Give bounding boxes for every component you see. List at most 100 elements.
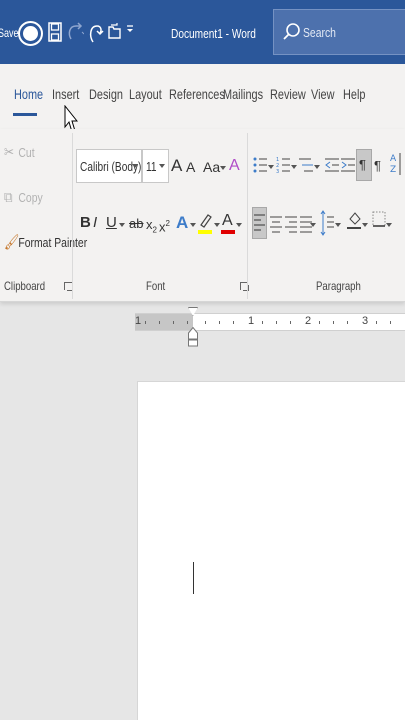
clear-formatting-button[interactable]: A xyxy=(229,156,240,176)
multilevel-list-icon xyxy=(299,158,313,172)
ribbon-tabs: Home Insert Design Layout References Mai… xyxy=(0,64,405,129)
bold-button[interactable]: B xyxy=(80,213,91,233)
chevron-down-icon xyxy=(159,164,165,168)
grow-font-button[interactable]: A xyxy=(171,156,182,176)
search-placeholder: Search xyxy=(303,25,336,40)
font-family-select[interactable]: Calibri (Body) xyxy=(76,149,142,183)
tab-review[interactable]: Review xyxy=(270,86,306,102)
italic-button[interactable]: I xyxy=(93,213,97,233)
increase-indent-button[interactable] xyxy=(341,155,355,175)
font-color-button[interactable]: A xyxy=(221,211,235,235)
chevron-down-icon[interactable] xyxy=(220,166,226,170)
increase-indent-icon xyxy=(341,158,355,172)
subscript-button[interactable]: x2 xyxy=(146,215,157,241)
svg-text:A: A xyxy=(390,154,397,164)
line-spacing-button[interactable] xyxy=(320,209,334,237)
cut-label: Cut xyxy=(18,144,35,160)
chevron-down-icon[interactable] xyxy=(268,165,274,169)
chevron-down-icon[interactable] xyxy=(291,165,297,169)
change-case-button[interactable]: Aa xyxy=(203,157,220,177)
ltr-direction-icon[interactable]: ¶ xyxy=(374,156,381,176)
copy-icon: ⧉ xyxy=(4,189,13,206)
tab-references[interactable]: References xyxy=(169,86,225,102)
search-box[interactable]: Search xyxy=(273,9,405,55)
svg-text:Z: Z xyxy=(390,165,396,175)
sort-button[interactable]: AZ xyxy=(390,151,402,179)
format-painter-label: Format Painter xyxy=(18,234,88,250)
undo-icon[interactable] xyxy=(66,22,85,44)
clipboard-launcher-icon[interactable] xyxy=(64,282,73,291)
tab-view[interactable]: View xyxy=(311,86,334,102)
align-left-icon xyxy=(254,214,265,231)
redo-icon[interactable] xyxy=(88,22,104,44)
document-page[interactable] xyxy=(137,381,405,720)
group-divider xyxy=(72,133,73,299)
active-tab-indicator xyxy=(13,113,37,116)
chevron-down-icon[interactable] xyxy=(190,223,196,227)
line-spacing-icon xyxy=(320,210,334,236)
tab-mailings[interactable]: Mailings xyxy=(223,86,263,102)
multilevel-list-button[interactable] xyxy=(299,155,313,175)
show-hide-marks-button[interactable]: ¶ xyxy=(356,149,372,181)
bullets-button[interactable] xyxy=(253,155,267,175)
format-painter-button[interactable]: 🖌 Format Painter xyxy=(4,233,87,251)
shrink-font-button[interactable]: A xyxy=(186,157,195,177)
chevron-down-icon[interactable] xyxy=(119,223,125,227)
decrease-indent-button[interactable] xyxy=(325,155,339,175)
font-size-select[interactable]: 11 xyxy=(142,149,169,183)
autosave-label: Save xyxy=(0,26,19,40)
ribbon-home: ✂ Cut ⧉ Copy 🖌 Format Painter Clipboard Cal… xyxy=(0,129,405,302)
chevron-down-icon[interactable] xyxy=(335,223,341,227)
font-color-swatch xyxy=(221,230,235,234)
clipboard-group-label: Clipboard xyxy=(4,279,46,293)
pilcrow-icon: ¶ xyxy=(359,157,366,172)
tab-help[interactable]: Help xyxy=(343,86,365,102)
ruler-number: 3 xyxy=(362,315,369,327)
ruler-number: 1 xyxy=(248,315,255,327)
chevron-down-icon[interactable] xyxy=(214,223,220,227)
ruler-number: 1 xyxy=(135,315,142,327)
tab-insert[interactable]: Insert xyxy=(52,86,79,102)
chevron-down-icon[interactable] xyxy=(362,223,368,227)
underline-button[interactable]: U xyxy=(106,213,117,233)
ruler-left-margin xyxy=(135,314,193,330)
align-right-icon xyxy=(285,216,297,233)
sort-icon: AZ xyxy=(390,153,401,175)
align-left-button[interactable] xyxy=(252,207,267,239)
shading-button[interactable] xyxy=(347,209,361,237)
autosave-toggle[interactable] xyxy=(18,21,43,46)
superscript-button[interactable]: x2 xyxy=(159,214,170,237)
text-insertion-cursor xyxy=(193,562,194,594)
align-center-button[interactable] xyxy=(270,213,282,237)
tab-home[interactable]: Home xyxy=(14,86,43,102)
customize-qat-icon[interactable] xyxy=(122,22,138,44)
align-right-button[interactable] xyxy=(285,213,297,237)
scissors-icon: ✂ xyxy=(4,144,15,161)
highlight-button[interactable] xyxy=(198,213,212,235)
tab-layout[interactable]: Layout xyxy=(129,86,162,102)
borders-icon xyxy=(372,211,386,227)
title-bar: Save Document1 - Word Search xyxy=(0,0,405,64)
highlighter-icon xyxy=(200,214,212,228)
numbered-list-icon: 123 xyxy=(276,157,290,175)
group-divider xyxy=(247,133,248,299)
chevron-down-icon[interactable] xyxy=(310,223,316,227)
chevron-down-icon[interactable] xyxy=(386,223,392,227)
strikethrough-button[interactable]: ab xyxy=(129,214,143,234)
borders-button[interactable] xyxy=(372,209,386,237)
paragraph-group-label: Paragraph xyxy=(316,279,361,293)
open-folder-icon[interactable] xyxy=(107,22,123,44)
cut-button[interactable]: ✂ Cut xyxy=(4,143,35,161)
highlight-color-swatch xyxy=(198,230,212,234)
chevron-down-icon xyxy=(132,164,138,168)
numbering-button[interactable]: 123 xyxy=(276,155,290,175)
chevron-down-icon[interactable] xyxy=(314,165,320,169)
font-color-label: A xyxy=(222,212,233,229)
chevron-down-icon[interactable] xyxy=(236,223,242,227)
text-effects-button[interactable]: A xyxy=(176,213,188,233)
tab-design[interactable]: Design xyxy=(89,86,123,102)
hanging-indent-marker[interactable] xyxy=(188,327,198,347)
horizontal-ruler[interactable]: 1 1 2 3 xyxy=(135,313,405,331)
save-icon[interactable] xyxy=(47,22,63,44)
copy-button[interactable]: ⧉ Copy xyxy=(4,189,43,206)
